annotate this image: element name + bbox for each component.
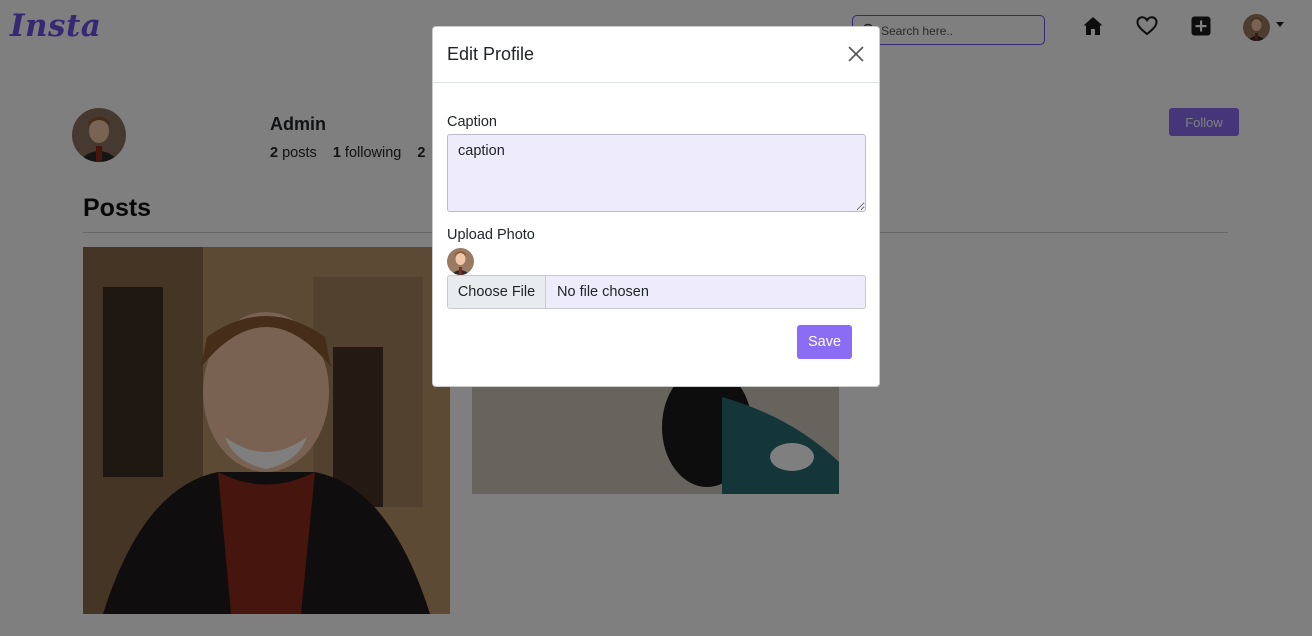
modal-title: Edit Profile bbox=[447, 44, 535, 64]
save-button[interactable]: Save bbox=[797, 325, 852, 359]
upload-photo-label: Upload Photo bbox=[447, 227, 535, 243]
caption-label: Caption bbox=[447, 114, 497, 130]
file-status-text: No file chosen bbox=[557, 284, 649, 300]
modal-header: Edit Profile bbox=[433, 27, 879, 83]
edit-profile-modal: Edit Profile Caption caption Upload Phot… bbox=[432, 26, 880, 387]
close-button[interactable] bbox=[844, 42, 868, 66]
close-icon bbox=[848, 46, 864, 62]
caption-textarea[interactable]: caption bbox=[447, 134, 866, 212]
file-upload-field[interactable]: Choose File No file chosen bbox=[447, 275, 866, 309]
upload-preview-avatar bbox=[447, 248, 474, 275]
choose-file-button[interactable]: Choose File bbox=[448, 276, 546, 308]
